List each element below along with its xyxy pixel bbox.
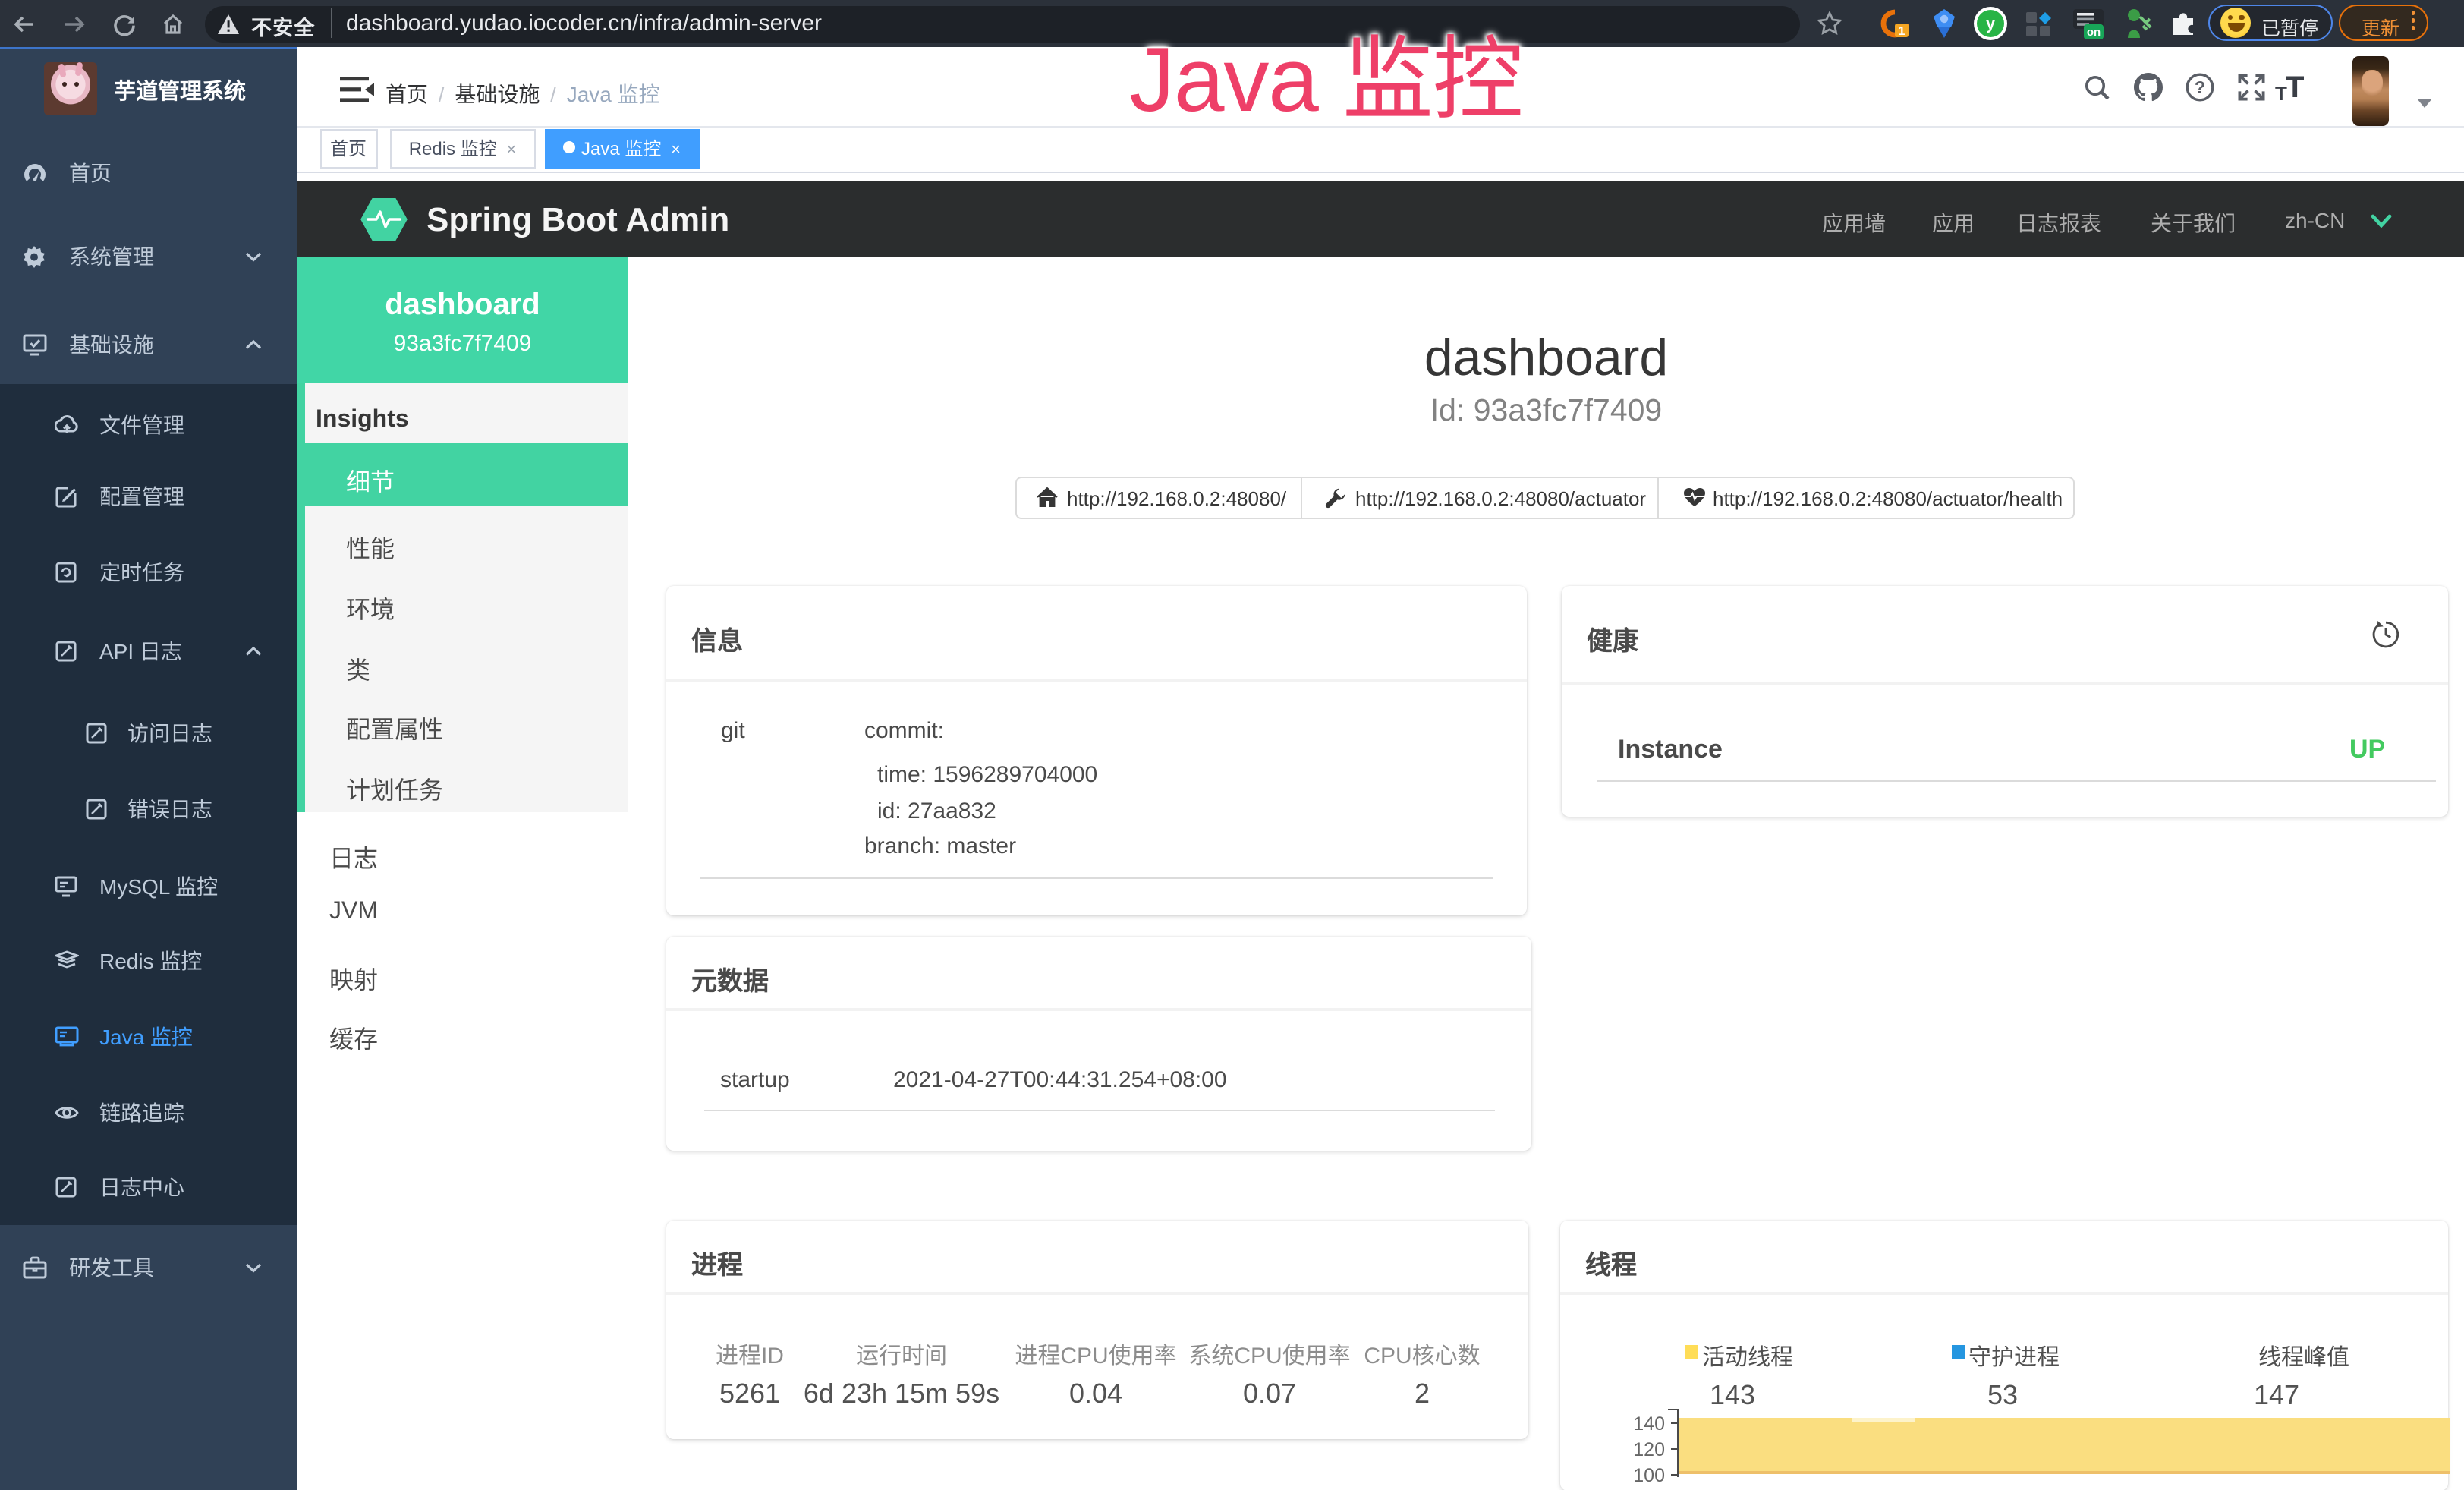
svg-text:1: 1 <box>1899 25 1905 38</box>
svg-text:y: y <box>1986 14 1996 33</box>
svg-text:on: on <box>2087 25 2101 38</box>
svg-text:?: ? <box>2195 77 2205 97</box>
